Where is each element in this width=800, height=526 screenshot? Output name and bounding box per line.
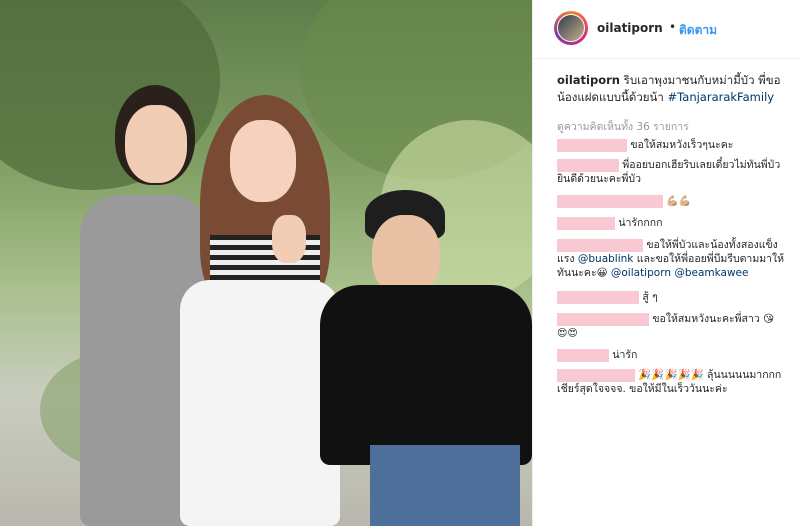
comment-item: สู้ ๆ [557,290,793,304]
comment-emoji: 💪🏼💪🏼 [666,196,692,207]
comment-item: พี่ออยบอกเฮียริบเลยเดี๋ยวไม่ทันพี่บัว ยิ… [557,158,793,186]
comment-item: ขอให้พี่บัวและน้องทั้งสองแข็งแรง @buabli… [557,238,793,280]
comment-text: น่ารัก [612,349,638,361]
caption-hashtag[interactable]: #TanjararakFamily [668,90,775,104]
redacted-username [557,138,627,152]
redacted-username [557,348,609,362]
comment-item: ขอให้สมหวังเร็วๆนะคะ [557,138,793,152]
person-right [320,185,532,526]
comment-text: สู้ ๆ [642,291,658,303]
avatar[interactable] [554,11,588,45]
comment-text: ขอให้สมหวังนะคะพี่สาว 😘 [652,313,775,325]
mention-beamkawee[interactable]: @beamkawee [674,267,748,279]
redacted-username [557,312,649,326]
comment-item: น่ารัก [557,348,793,362]
comment-item: 🎉🎉🎉🎉🎉 ลุ้นนนนนมากกก เชียร์สุดใจจจจ. ขอให… [557,368,793,396]
redacted-username [557,368,635,382]
post-sidebar: oilatiporn • ติดตาม oilatiporn ริบเอาพุง… [532,0,800,526]
redacted-username [557,158,619,172]
comment-text: น่ารักกกก [618,217,663,229]
comment-emoji: 😍😍 [557,328,578,339]
comment-item: 💪🏼💪🏼 [557,194,793,209]
post-photo [0,0,532,526]
redacted-username [557,216,615,230]
redacted-username [557,194,663,208]
caption-username[interactable]: oilatiporn [557,73,620,87]
redacted-username [557,238,643,252]
separator-dot: • [669,20,677,34]
redacted-username [557,290,639,304]
comment-text: ขอให้สมหวังเร็วๆนะคะ [630,139,734,151]
caption: oilatiporn ริบเอาพุงมาชนกับหม่ามี้บัว พี… [557,72,787,106]
mention-buablink[interactable]: @buablink [578,253,634,265]
comment-item: น่ารักกกก [557,216,793,230]
follow-button[interactable]: ติดตาม [679,21,717,40]
view-all-comments-link[interactable]: ดูความคิดเห็นทั้ง 36 รายการ [557,118,689,135]
post-header: oilatiporn • ติดตาม [533,0,800,59]
username-link[interactable]: oilatiporn [597,21,663,35]
comment-item: ขอให้สมหวังนะคะพี่สาว 😘 😍😍 [557,312,793,341]
mention-oilatiporn[interactable]: @oilatiporn [611,267,671,279]
